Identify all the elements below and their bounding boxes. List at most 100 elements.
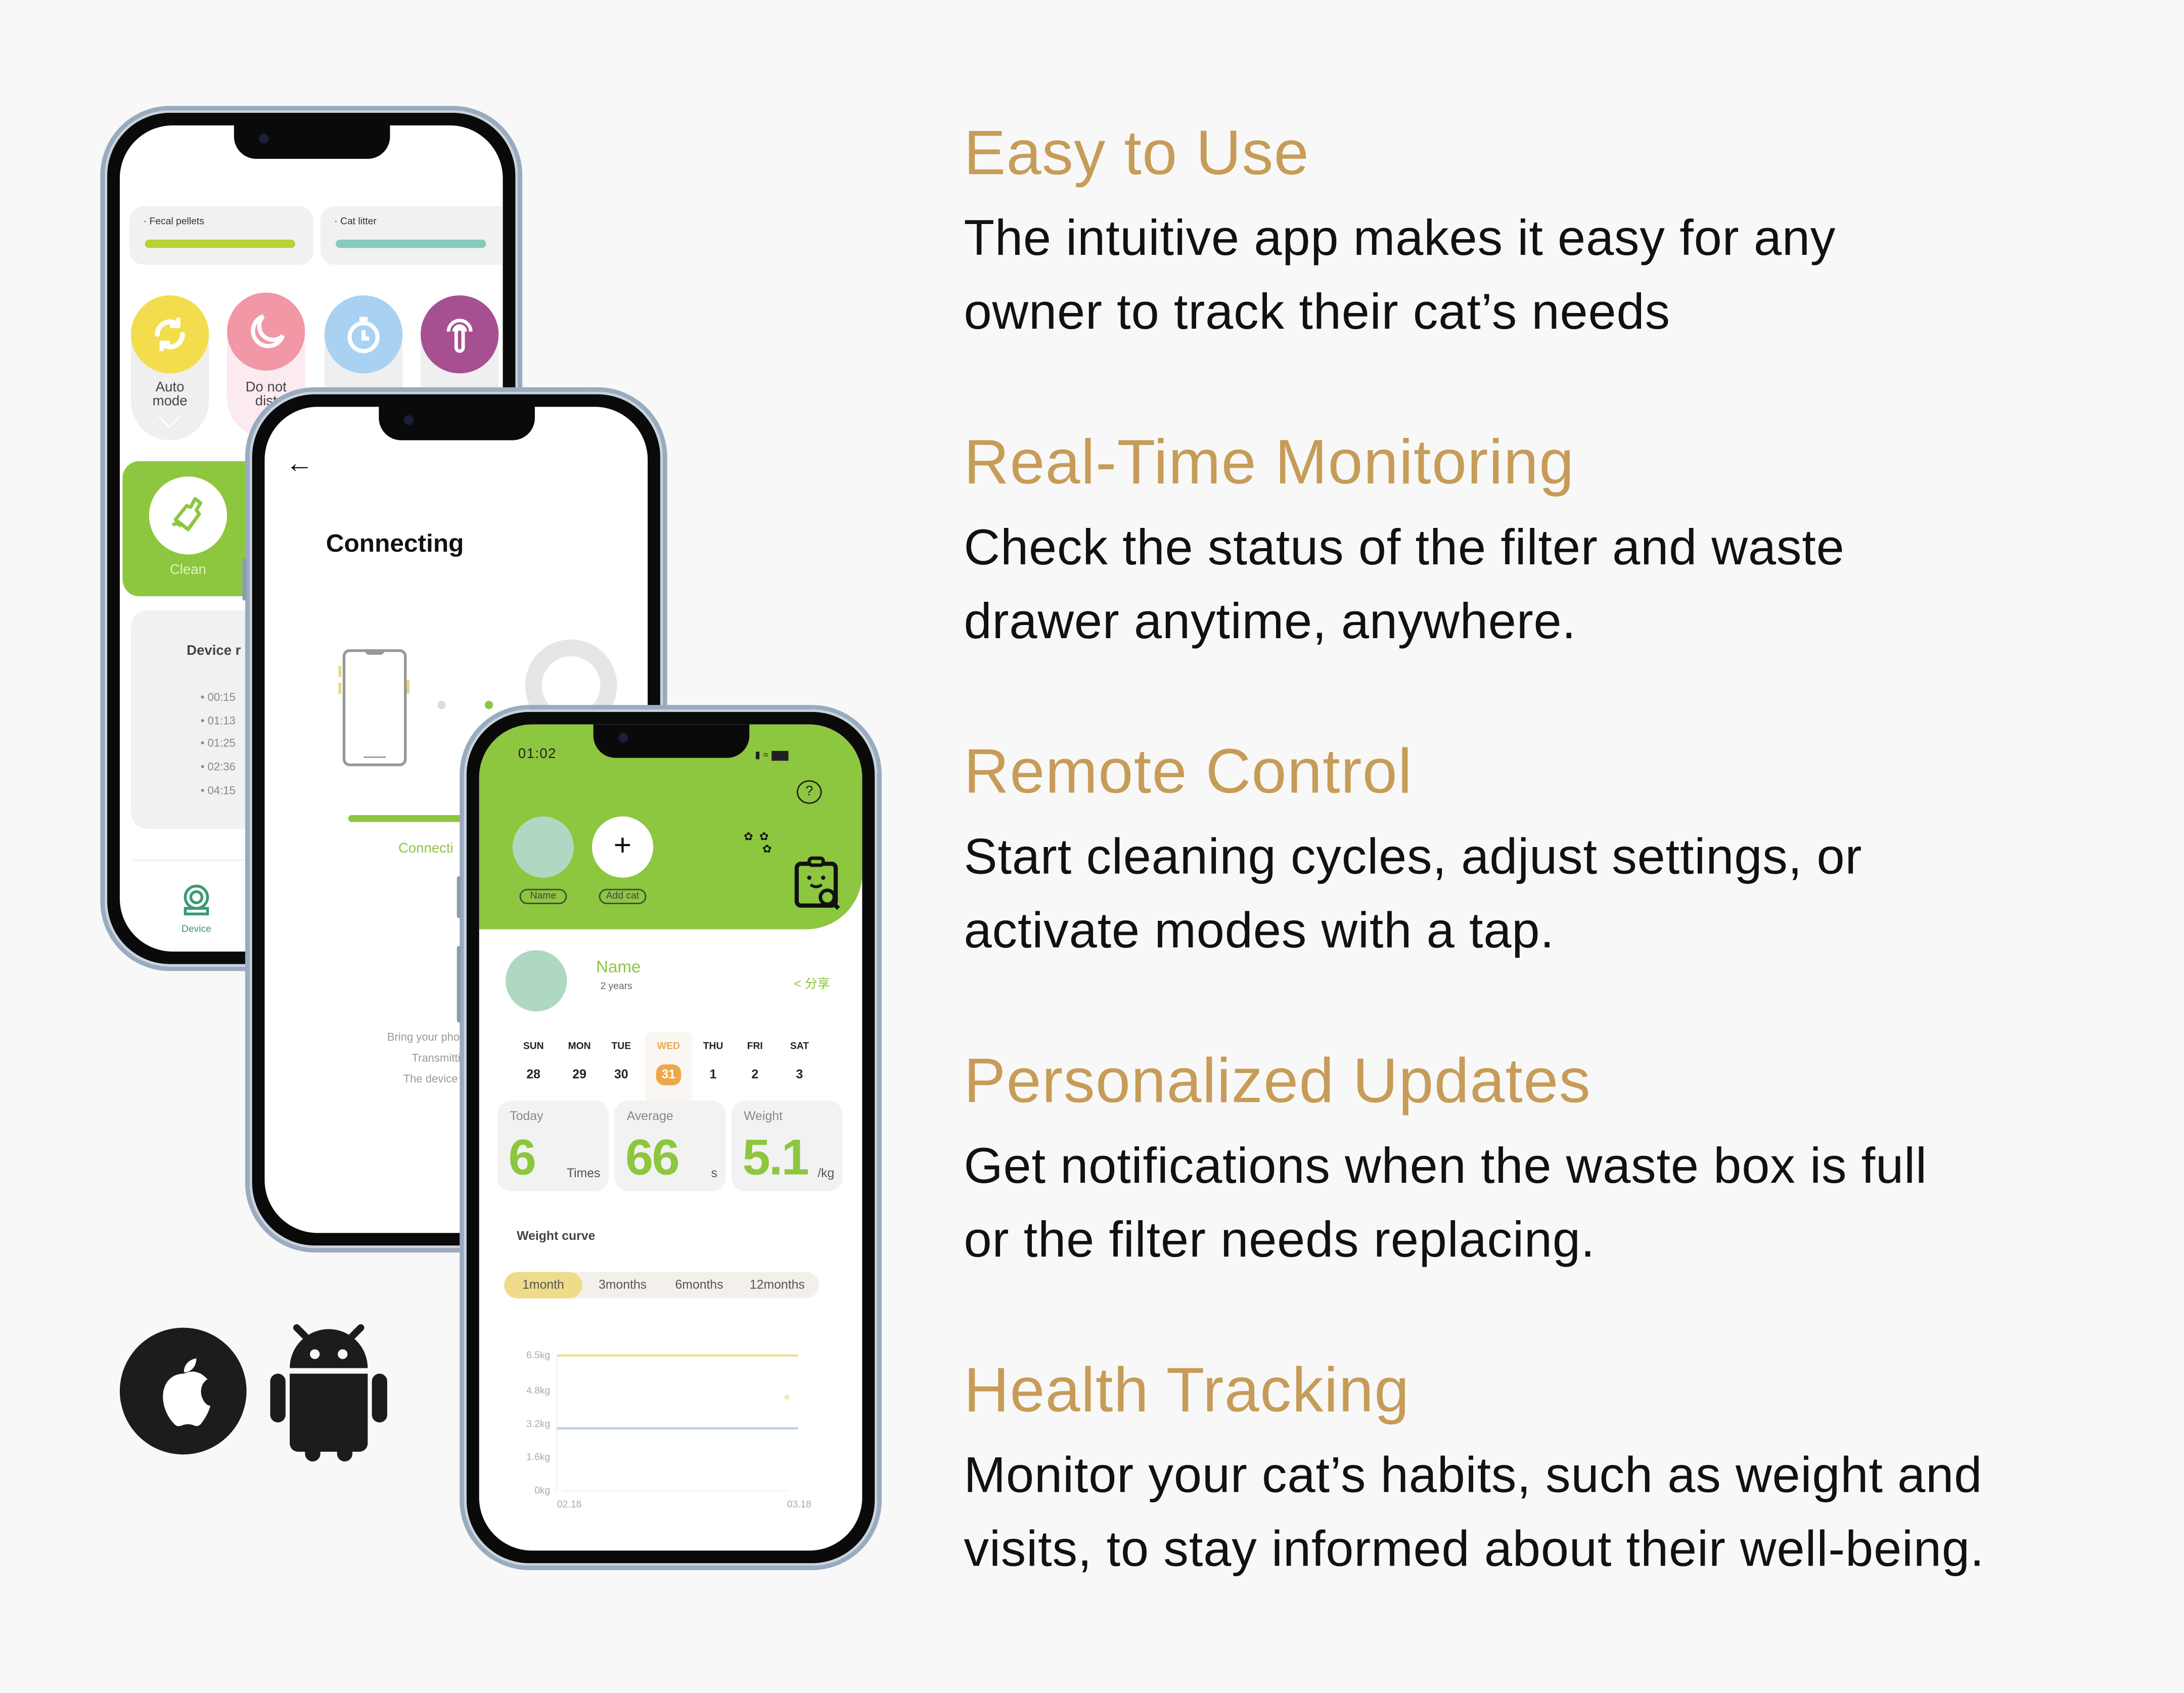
status-time: 01:02 <box>518 746 557 763</box>
feature-title: Remote Control <box>964 735 1413 807</box>
feature-description: Start cleaning cycles, adjust settings, … <box>964 827 1862 959</box>
camera <box>258 133 268 144</box>
stat-card: Weight 5.1/kg <box>731 1100 843 1191</box>
date-cell[interactable]: 3 <box>779 1067 821 1081</box>
weekday-label: WED <box>657 1042 680 1052</box>
share-button[interactable]: < 分享 <box>794 974 830 992</box>
cat-name-pill[interactable]: Name <box>519 888 567 905</box>
y-tick-label: 4.8kg <box>526 1386 550 1396</box>
date-cell[interactable]: 31 <box>656 1064 681 1086</box>
feature-title: Health Tracking <box>964 1354 1410 1425</box>
profile-avatar <box>506 950 567 1012</box>
x-tick-label: 03.18 <box>787 1499 811 1510</box>
record-item: • 00:15 <box>200 691 236 704</box>
profile-name: Name <box>596 957 641 977</box>
phone-outline-icon <box>338 649 410 767</box>
device-icon <box>184 884 209 916</box>
level-label: Cat litter <box>340 217 377 228</box>
x-tick-label: 02.18 <box>557 1499 581 1510</box>
record-item: • 01:25 <box>200 737 236 750</box>
tap-icon <box>421 295 499 374</box>
y-tick-label: 6.5kg <box>526 1350 550 1361</box>
level-bar <box>145 239 296 248</box>
feature-block: Health Tracking Monitor your cat’s habits… <box>964 1354 2162 1585</box>
feature-description: Monitor your cat’s habits, such as weigh… <box>964 1446 1985 1577</box>
chevron-down-icon <box>158 406 180 428</box>
date-cell[interactable]: 1 <box>692 1067 734 1081</box>
stat-unit: Times <box>566 1166 601 1180</box>
weight-curve-title: Weight curve <box>517 1228 596 1243</box>
profile-age: 2 years <box>600 982 632 992</box>
camera <box>403 415 413 425</box>
mode-label: Auto mode <box>152 380 188 410</box>
weekday-label: THU <box>703 1042 723 1052</box>
feature-description: Check the status of the filter and waste… <box>964 518 1845 649</box>
mode-auto[interactable]: Auto mode <box>130 295 209 440</box>
feature-title: Easy to Use <box>964 117 1310 188</box>
connection-status: Connecti <box>398 841 453 857</box>
date-cell[interactable]: 29 <box>559 1067 601 1081</box>
stat-value: 6 <box>508 1128 536 1186</box>
nav-device[interactable]: Device <box>173 884 220 935</box>
feature-block: Personalized Updates Get notifications wh… <box>964 1045 2162 1276</box>
record-item: • 01:13 <box>200 714 236 727</box>
marketing-canvas: · Fecal pellets · Cat litter Auto mode Do… <box>0 0 2184 1693</box>
tab-6months[interactable]: 6months <box>663 1272 735 1298</box>
status-icons: ▮ ≈ <box>755 749 788 761</box>
level-card-litter: · Cat litter <box>320 206 503 265</box>
stat-label: Today <box>510 1109 543 1123</box>
back-arrow-icon[interactable]: ← <box>286 449 313 480</box>
date-cell[interactable]: 28 <box>513 1067 555 1081</box>
range-tabs: 1month 3months 6months 12months <box>504 1272 819 1299</box>
weekday-label: TUE <box>611 1042 631 1052</box>
stat-unit: s <box>711 1166 717 1180</box>
feature-block: Real-Time Monitoring Check the status of … <box>964 426 2162 657</box>
level-card-fecal: · Fecal pellets <box>129 206 313 265</box>
cat-avatar[interactable] <box>512 816 574 878</box>
tab-12months[interactable]: 12months <box>738 1272 816 1298</box>
moon-icon <box>227 292 305 371</box>
feature-description: The intuitive app makes it easy for any o… <box>964 209 1836 340</box>
add-cat-button[interactable]: + <box>592 816 654 878</box>
help-icon[interactable]: ? <box>796 780 822 804</box>
stat-unit: /kg <box>817 1166 835 1180</box>
level-label: Fecal pellets <box>149 217 204 228</box>
feature-block: Easy to Use The intuitive app makes it ea… <box>964 117 2162 348</box>
broom-icon <box>149 476 228 555</box>
notch <box>233 125 390 159</box>
weight-chart: 6.5kg 4.8kg 3.2kg 1.6kg 0kg 02.18 03.18 <box>526 1350 811 1510</box>
data-point <box>784 1394 790 1400</box>
y-tick-label: 1.6kg <box>526 1452 550 1463</box>
tab-3months[interactable]: 3months <box>588 1272 658 1298</box>
side-button <box>457 946 461 1023</box>
stat-value: 5.1 <box>742 1128 809 1186</box>
record-item: • 04:15 <box>200 784 236 797</box>
feature-title: Personalized Updates <box>964 1045 1591 1116</box>
weekday-label: MON <box>568 1042 591 1052</box>
date-cell[interactable]: 2 <box>734 1067 776 1081</box>
tab-1month[interactable]: 1month <box>504 1272 582 1299</box>
y-tick-label: 3.2kg <box>526 1419 550 1430</box>
weekday-label: SUN <box>523 1042 544 1052</box>
add-cat-pill[interactable]: Add cat <box>599 888 647 905</box>
clean-label: Clean <box>169 563 206 578</box>
records-title: Device r <box>187 643 241 659</box>
weekday-label: SAT <box>790 1042 809 1052</box>
stat-card: Average 66 s <box>614 1100 726 1191</box>
date-cell[interactable]: 30 <box>600 1067 642 1081</box>
side-button <box>457 876 461 918</box>
share-icon: < <box>794 976 801 991</box>
progress-dot-active <box>484 700 493 709</box>
page-title: Connecting <box>326 529 464 558</box>
notch <box>378 407 534 440</box>
feature-description: Get notifications when the waste box is … <box>964 1137 1927 1268</box>
android-icon <box>269 1317 389 1468</box>
stopwatch-icon <box>324 295 403 374</box>
clipboard-search-icon[interactable] <box>794 856 844 918</box>
paw-prints-icon: ✿ ✿ ✿ <box>744 830 772 856</box>
stat-label: Average <box>626 1109 673 1123</box>
weekday-label: FRI <box>747 1042 763 1052</box>
level-bar <box>335 239 486 248</box>
y-tick-label: 0kg <box>534 1485 550 1496</box>
level-label-row: · Fecal pellets <box>143 217 204 228</box>
